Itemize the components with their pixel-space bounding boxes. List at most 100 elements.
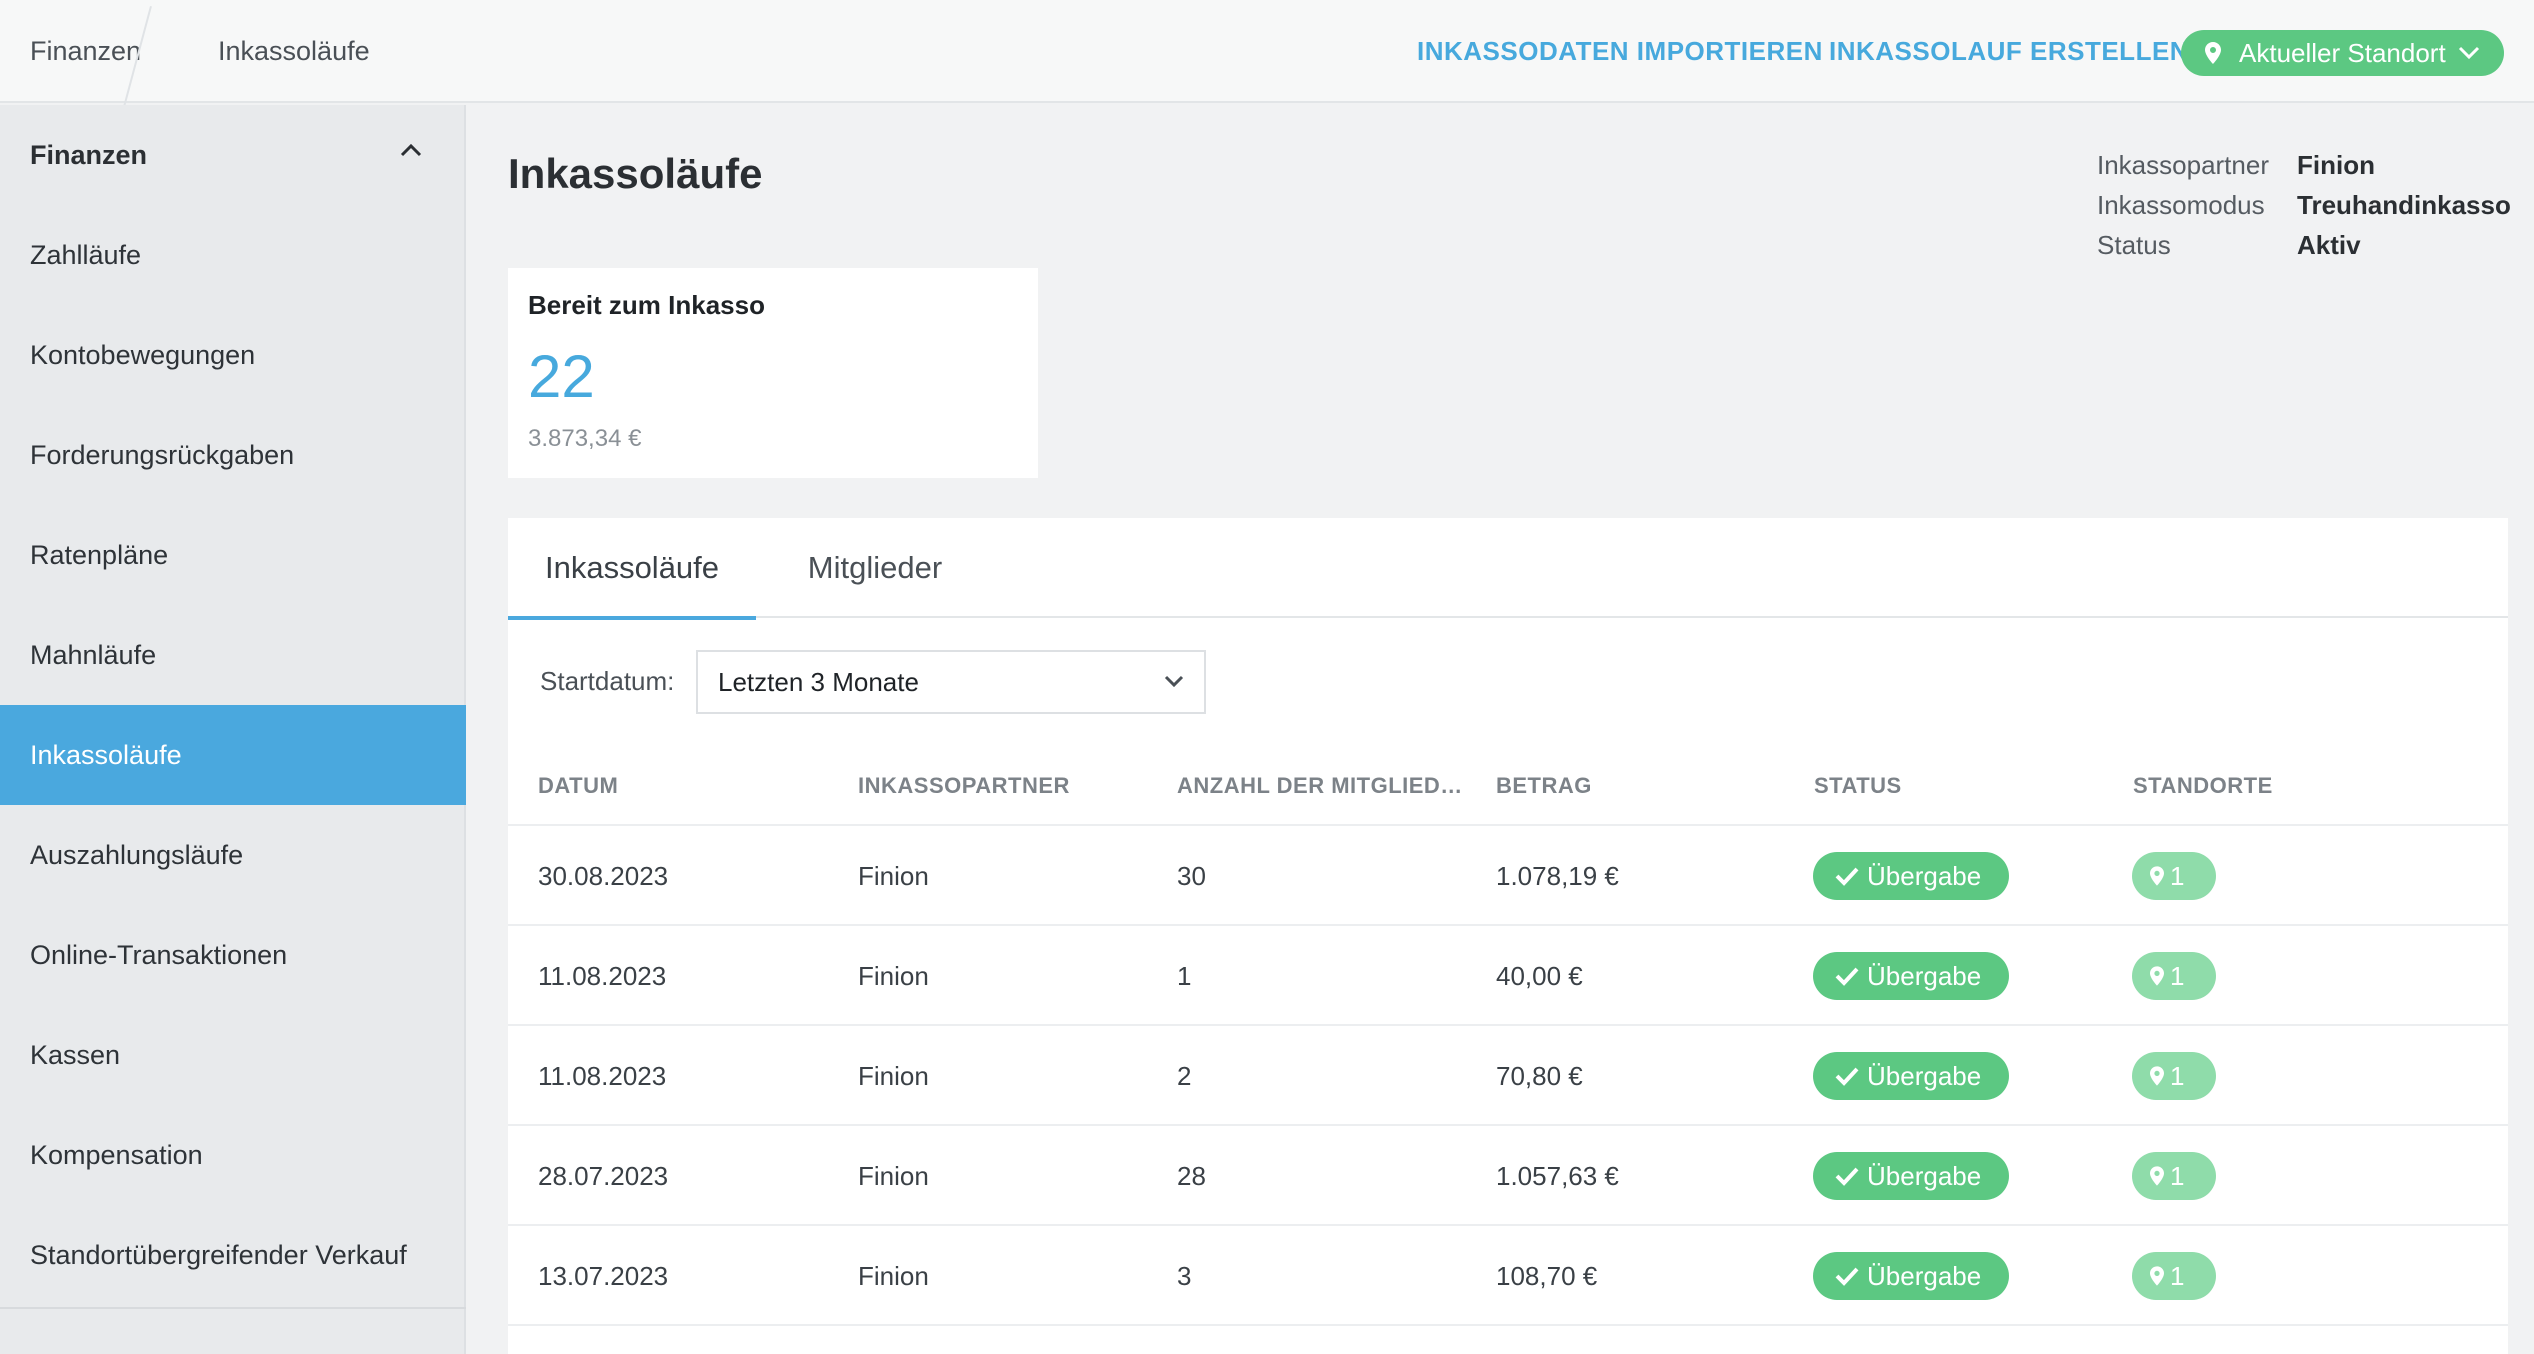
page-title: Inkassoläufe bbox=[508, 150, 763, 197]
cell-count: 1 bbox=[1177, 961, 1192, 991]
meta-key: Inkassomodus bbox=[2097, 190, 2265, 220]
column-header-betrag[interactable]: BETRAG bbox=[1496, 773, 1592, 799]
sidebar-item-forderungsrueckgaben[interactable]: Forderungsrückgaben bbox=[0, 405, 466, 505]
sidebar-item-mahnlaeufe[interactable]: Mahnläufe bbox=[0, 605, 466, 705]
meta-value: Finion bbox=[2297, 150, 2375, 180]
cell-date: 30.08.2023 bbox=[538, 861, 669, 891]
column-header-datum[interactable]: DATUM bbox=[538, 773, 618, 799]
table-row[interactable]: 30.08.2023 Finion 30 1.078,19 € Übergabe… bbox=[508, 824, 2508, 924]
chevron-down-icon bbox=[2458, 46, 2479, 60]
cell-count: 30 bbox=[1177, 861, 1206, 891]
locations-count: 1 bbox=[2170, 1060, 2185, 1091]
current-location-label: Aktueller Standort bbox=[2239, 37, 2446, 68]
status-badge: Übergabe bbox=[1813, 1052, 2009, 1100]
tab-mitglieder[interactable]: Mitglieder bbox=[780, 518, 970, 618]
status-label: Übergabe bbox=[1867, 1260, 1982, 1291]
column-header-inkassopartner[interactable]: INKASSOPARTNER bbox=[858, 773, 1070, 799]
locations-count: 1 bbox=[2170, 860, 2185, 891]
cell-partner: Finion bbox=[858, 1061, 929, 1091]
locations-badge[interactable]: 1 bbox=[2132, 1052, 2216, 1100]
table-row[interactable]: 11.08.2023 Finion 1 40,00 € Übergabe 1 bbox=[508, 924, 2508, 1024]
sidebar-item-online-transaktionen[interactable]: Online-Transaktionen bbox=[0, 905, 466, 1005]
collection-runs-panel: Inkassoläufe Mitglieder Startdatum: Letz… bbox=[508, 518, 2508, 1354]
tab-inkassolaeufe[interactable]: Inkassoläufe bbox=[508, 518, 756, 620]
cell-partner: Finion bbox=[858, 961, 929, 991]
status-label: Übergabe bbox=[1867, 1160, 1982, 1191]
check-icon bbox=[1835, 1167, 1859, 1186]
cell-amount: 1.078,19 € bbox=[1496, 861, 1619, 891]
table-row[interactable]: 11.08.2023 Finion 2 70,80 € Übergabe 1 bbox=[508, 1024, 2508, 1124]
start-date-select[interactable]: Letzten 3 Monate bbox=[696, 650, 1206, 714]
cell-date: 13.07.2023 bbox=[538, 1261, 669, 1291]
chevron-down-icon bbox=[1164, 675, 1184, 688]
sidebar-item-kompensation[interactable]: Kompensation bbox=[0, 1105, 466, 1205]
tab-bar: Inkassoläufe Mitglieder bbox=[508, 518, 2508, 620]
check-icon bbox=[1835, 867, 1859, 886]
locations-badge[interactable]: 1 bbox=[2132, 852, 2216, 900]
sidebar-item-ratenplaene[interactable]: Ratenpläne bbox=[0, 505, 466, 605]
meta-value: Treuhandinkasso bbox=[2297, 190, 2511, 220]
locations-count: 1 bbox=[2170, 960, 2185, 991]
status-badge: Übergabe bbox=[1813, 1252, 2009, 1300]
cell-date: 28.07.2023 bbox=[538, 1161, 669, 1191]
sidebar-item-zahllaeufe[interactable]: Zahlläufe bbox=[0, 205, 466, 305]
column-header-status[interactable]: STATUS bbox=[1814, 773, 1902, 799]
column-header-anzahl[interactable]: ANZAHL DER MITGLIED… bbox=[1177, 773, 1463, 799]
map-pin-icon bbox=[2205, 42, 2221, 64]
sidebar-item-kassen[interactable]: Kassen bbox=[0, 1005, 466, 1105]
map-pin-icon bbox=[2150, 1066, 2164, 1086]
sidebar-section-title: Finanzen bbox=[30, 140, 148, 170]
ready-for-collection-card[interactable]: Bereit zum Inkasso 22 3.873,34 € bbox=[508, 268, 1038, 478]
table-row[interactable]: 28.07.2023 Finion 28 1.057,63 € Übergabe… bbox=[508, 1124, 2508, 1224]
sidebar-divider bbox=[0, 1307, 466, 1309]
cell-date: 11.08.2023 bbox=[538, 1061, 667, 1091]
sidebar-item-inkassolaeufe[interactable]: Inkassoläufe bbox=[0, 705, 466, 805]
locations-badge[interactable]: 1 bbox=[2132, 1152, 2216, 1200]
map-pin-icon bbox=[2150, 1266, 2164, 1286]
sidebar-item-auszahlungslaeufe[interactable]: Auszahlungsläufe bbox=[0, 805, 466, 905]
card-count: 22 bbox=[528, 343, 595, 410]
breadcrumb-current: Inkassoläufe bbox=[218, 36, 370, 66]
breadcrumb-finanzen[interactable]: Finanzen bbox=[30, 0, 141, 103]
locations-count: 1 bbox=[2170, 1160, 2185, 1191]
meta-key: Status bbox=[2097, 230, 2171, 260]
current-location-dropdown[interactable]: Aktueller Standort bbox=[2181, 30, 2504, 76]
map-pin-icon bbox=[2150, 866, 2164, 886]
top-bar: Finanzen Inkassoläufe INKASSODATEN IMPOR… bbox=[0, 0, 2534, 123]
cell-count: 2 bbox=[1177, 1061, 1192, 1091]
meta-key: Inkassopartner bbox=[2097, 150, 2269, 180]
card-amount: 3.873,34 € bbox=[528, 425, 642, 452]
table-row[interactable]: 13.07.2023 Finion 3 108,70 € Übergabe 1 bbox=[508, 1224, 2508, 1324]
map-pin-icon bbox=[2150, 966, 2164, 986]
cell-amount: 70,80 € bbox=[1496, 1061, 1583, 1091]
status-label: Übergabe bbox=[1867, 960, 1982, 991]
card-title: Bereit zum Inkasso bbox=[528, 290, 765, 320]
meta-value: Aktiv bbox=[2297, 230, 2361, 260]
locations-badge[interactable]: 1 bbox=[2132, 1252, 2216, 1300]
collection-partner-info: Inkassopartner Finion Inkassomodus Treuh… bbox=[2097, 145, 2511, 265]
status-label: Übergabe bbox=[1867, 1060, 1982, 1091]
status-badge: Übergabe bbox=[1813, 852, 2009, 900]
cell-partner: Finion bbox=[858, 1261, 929, 1291]
import-collection-data-button[interactable]: INKASSODATEN IMPORTIEREN bbox=[1417, 0, 1823, 103]
status-badge: Übergabe bbox=[1813, 952, 2009, 1000]
cell-count: 3 bbox=[1177, 1261, 1192, 1291]
sidebar: Finanzen Zahlläufe Kontobewegungen Forde… bbox=[0, 105, 466, 1354]
column-header-standorte[interactable]: STANDORTE bbox=[2133, 773, 2273, 799]
table-row[interactable] bbox=[508, 1324, 2508, 1354]
cell-partner: Finion bbox=[858, 1161, 929, 1191]
check-icon bbox=[1835, 1267, 1859, 1286]
locations-count: 1 bbox=[2170, 1260, 2185, 1291]
locations-badge[interactable]: 1 bbox=[2132, 952, 2216, 1000]
create-collection-run-button[interactable]: INKASSOLAUF ERSTELLEN bbox=[1829, 0, 2189, 103]
sidebar-item-kontobewegungen[interactable]: Kontobewegungen bbox=[0, 305, 466, 405]
check-icon bbox=[1835, 1067, 1859, 1086]
check-icon bbox=[1835, 967, 1859, 986]
cell-date: 11.08.2023 bbox=[538, 961, 667, 991]
sidebar-section-finanzen[interactable]: Finanzen bbox=[0, 105, 466, 205]
status-badge: Übergabe bbox=[1813, 1152, 2009, 1200]
cell-partner: Finion bbox=[858, 861, 929, 891]
sidebar-item-standortuebergreifender-verkauf[interactable]: Standortübergreifender Verkauf bbox=[0, 1205, 466, 1305]
chevron-up-icon bbox=[400, 143, 422, 157]
start-date-label: Startdatum: bbox=[540, 666, 675, 696]
